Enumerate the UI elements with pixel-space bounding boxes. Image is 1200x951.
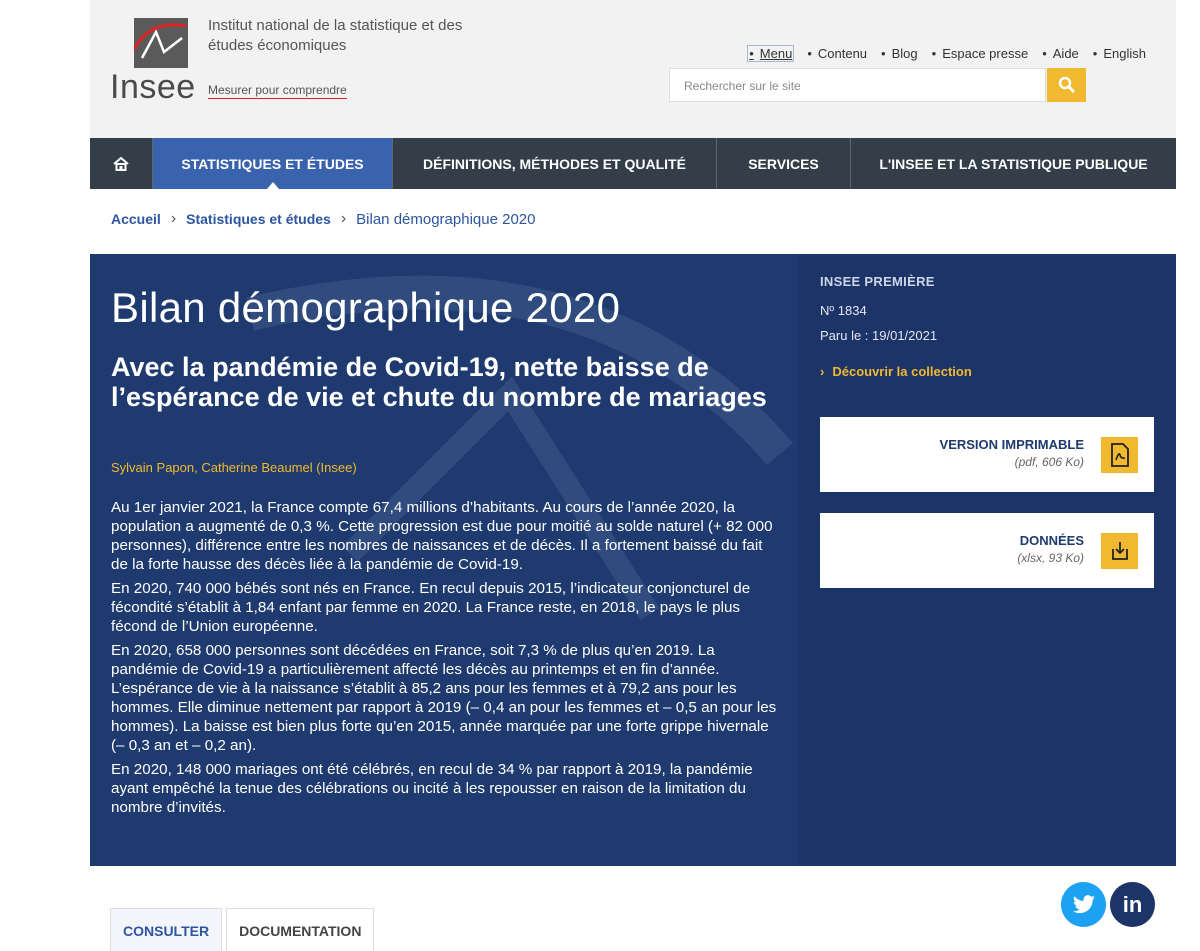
nav-label: STATISTIQUES ET ÉTUDES — [181, 155, 364, 172]
nav-services[interactable]: SERVICES — [717, 138, 851, 189]
publication-sidebar: INSEE PREMIÈRE Nº 1834 Paru le : 19/01/2… — [798, 254, 1176, 866]
print-version-meta: (pdf, 606 Ko) — [1014, 455, 1084, 469]
collection-link-label: Découvrir la collection — [832, 364, 972, 379]
chevron-right-icon: › — [340, 210, 347, 227]
institution-name: Institut national de la statistique et d… — [208, 17, 463, 54]
breadcrumb-current: Bilan démographique 2020 — [356, 210, 536, 228]
main-nav: STATISTIQUES ET ÉTUDES DÉFINITIONS, MÉTH… — [90, 138, 1176, 189]
print-version-card[interactable]: VERSION IMPRIMABLE (pdf, 606 Ko) — [820, 417, 1154, 492]
top-link-contenu[interactable]: Contenu — [807, 46, 867, 61]
nav-insee-statistique-publique[interactable]: L'INSEE ET LA STATISTIQUE PUBLIQUE — [851, 138, 1176, 189]
linkedin-icon: in — [1122, 891, 1143, 917]
top-link-menu[interactable]: Menu — [747, 45, 795, 62]
twitter-icon — [1072, 894, 1095, 913]
collection-link[interactable]: › Découvrir la collection — [820, 364, 972, 379]
data-download-title: DONNÉES — [1019, 533, 1084, 548]
breadcrumb: Accueil › Statistiques et études › Bilan… — [111, 210, 535, 228]
print-version-title: VERSION IMPRIMABLE — [939, 437, 1084, 452]
chevron-right-icon: › — [170, 210, 177, 227]
nav-label: L'INSEE ET LA STATISTIQUE PUBLIQUE — [879, 155, 1148, 172]
summary-paragraph: En 2020, 740 000 bébés sont nés en Franc… — [111, 580, 751, 635]
search-icon — [1058, 76, 1075, 94]
linkedin-share-button[interactable]: in — [1110, 882, 1155, 927]
twitter-share-button[interactable] — [1061, 882, 1106, 927]
nav-definitions[interactable]: DÉFINITIONS, MÉTHODES ET QUALITÉ — [393, 138, 717, 189]
download-icon — [1101, 533, 1138, 569]
top-links: Menu Contenu Blog Espace presse Aide Eng… — [747, 45, 1146, 62]
summary-paragraph: En 2020, 658 000 personnes sont décédées… — [111, 642, 777, 754]
breadcrumb-home[interactable]: Accueil — [111, 211, 161, 227]
logo-mark-icon — [126, 18, 188, 68]
pdf-icon — [1101, 437, 1138, 473]
active-caret-icon — [266, 182, 279, 189]
home-icon — [113, 156, 129, 171]
publication-date: Paru le : 19/01/2021 — [820, 328, 938, 343]
logo-text: Insee — [110, 68, 196, 106]
data-download-meta: (xlsx, 93 Ko) — [1017, 551, 1084, 565]
authors: Sylvain Papon, Catherine Beaumel (Insee) — [111, 460, 357, 475]
tab-consulter[interactable]: CONSULTER — [110, 908, 223, 951]
insee-logo[interactable]: Insee — [110, 18, 195, 106]
article-hero: Bilan démographique 2020 Avec la pandémi… — [90, 254, 798, 866]
top-link-blog[interactable]: Blog — [881, 46, 918, 61]
breadcrumb-section[interactable]: Statistiques et études — [186, 211, 331, 227]
summary-paragraph: En 2020, 148 000 mariages ont été célébr… — [111, 761, 753, 816]
publication-category: INSEE PREMIÈRE — [820, 274, 935, 289]
publication-number: Nº 1834 — [820, 303, 867, 318]
nav-statistiques-etudes[interactable]: STATISTIQUES ET ÉTUDES — [153, 138, 393, 189]
nav-label: DÉFINITIONS, MÉTHODES ET QUALITÉ — [423, 155, 686, 172]
tab-documentation[interactable]: DOCUMENTATION — [226, 908, 375, 951]
article-summary: Au 1er janvier 2021, la France compte 67… — [111, 498, 781, 822]
top-link-aide[interactable]: Aide — [1042, 46, 1079, 61]
chevron-right-icon: › — [820, 364, 825, 379]
summary-paragraph: Au 1er janvier 2021, la France compte 67… — [111, 499, 773, 573]
nav-label: SERVICES — [748, 155, 819, 172]
tagline[interactable]: Mesurer pour comprendre — [208, 83, 347, 99]
page-subtitle: Avec la pandémie de Covid-19, nette bais… — [111, 352, 767, 412]
content-tabs: CONSULTER DOCUMENTATION — [110, 908, 375, 951]
search-input[interactable]: Rechercher sur le site — [669, 68, 1046, 102]
top-link-espace-presse[interactable]: Espace presse — [932, 46, 1028, 61]
top-link-english[interactable]: English — [1093, 46, 1146, 61]
nav-home[interactable] — [90, 138, 153, 189]
data-download-card[interactable]: DONNÉES (xlsx, 93 Ko) — [820, 513, 1154, 588]
page-title: Bilan démographique 2020 — [111, 284, 621, 331]
search-button[interactable] — [1047, 68, 1086, 102]
